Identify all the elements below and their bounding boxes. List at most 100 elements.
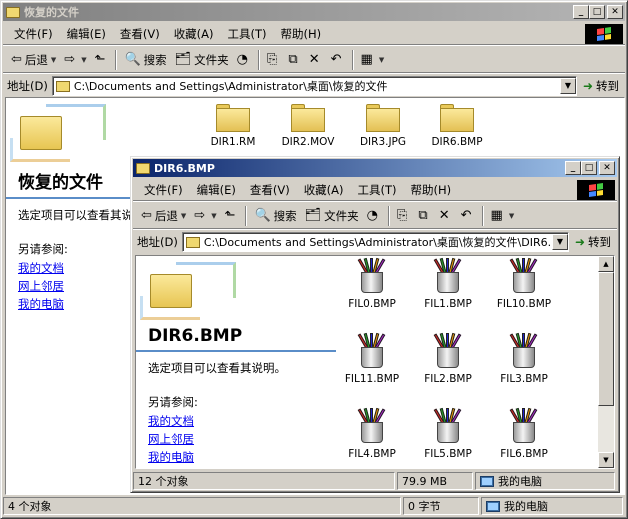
forward-button[interactable]: ⇨ ▼: [190, 205, 220, 227]
back-button[interactable]: ⇦ 后退 ▼: [7, 49, 60, 71]
bitmap-file-icon: [507, 257, 541, 294]
menu-favorites[interactable]: 收藏(A): [297, 182, 351, 198]
link-network-places[interactable]: 网上邻居: [136, 430, 336, 448]
search-icon: 🔍: [254, 208, 271, 223]
menu-file[interactable]: 文件(F): [137, 182, 190, 198]
inner-address-bar: 地址(D) C:\Documents and Settings\Administ…: [133, 230, 617, 254]
folder-banner: [6, 98, 134, 168]
undo-button[interactable]: ↶: [327, 49, 349, 71]
menu-edit[interactable]: 编辑(E): [60, 26, 113, 42]
inner-window: DIR6.BMP _ □ ✕ 文件(F) 编辑(E) 查看(V) 收藏(A) 工…: [130, 156, 620, 493]
link-my-documents[interactable]: 我的文档: [6, 259, 134, 277]
search-button[interactable]: 🔍 搜索: [120, 49, 170, 71]
folders-icon: 🗂: [304, 208, 322, 223]
file-item-bmp[interactable]: FIL11.BMP: [332, 332, 412, 385]
scroll-down-arrow-icon[interactable]: ▼: [598, 452, 614, 468]
maximize-button[interactable]: □: [589, 5, 605, 19]
menu-tools[interactable]: 工具(T): [351, 182, 404, 198]
minimize-button[interactable]: _: [565, 161, 581, 175]
address-dropdown-button[interactable]: ▼: [551, 234, 568, 250]
up-folder-button[interactable]: ⬑: [221, 205, 243, 227]
go-button[interactable]: ➜ 转到: [577, 78, 625, 94]
views-button[interactable]: ▦ ▼: [487, 205, 519, 227]
search-button[interactable]: 🔍 搜索: [250, 205, 300, 227]
folder-item-dir2[interactable]: DIR2.MOV: [268, 104, 348, 148]
move-to-button[interactable]: ⎘: [393, 205, 414, 227]
vertical-scrollbar[interactable]: ▲ ▼: [598, 256, 614, 468]
copy-to-button[interactable]: ⧉: [284, 49, 304, 71]
menu-tools[interactable]: 工具(T): [221, 26, 274, 42]
link-my-documents[interactable]: 我的文档: [136, 412, 336, 430]
folder-icon: [136, 162, 150, 174]
copy-to-icon: ⧉: [288, 52, 298, 67]
file-item-bmp[interactable]: FIL1.BMP: [408, 257, 488, 310]
folder-item-dir1[interactable]: DIR1.RM: [193, 104, 273, 148]
file-item-bmp[interactable]: FIL2.BMP: [408, 332, 488, 385]
file-item-bmp[interactable]: FIL6.BMP: [484, 407, 564, 460]
address-input[interactable]: C:\Documents and Settings\Administrator\…: [51, 76, 577, 96]
undo-button[interactable]: ↶: [457, 205, 479, 227]
inner-web-view-panel: DIR6.BMP 选定项目可以查看其说明。 另请参阅: 我的文档 网上邻居 我的…: [136, 256, 336, 466]
go-button[interactable]: ➜ 转到: [569, 234, 617, 250]
history-button[interactable]: ◔: [363, 205, 385, 227]
link-network-places[interactable]: 网上邻居: [6, 277, 134, 295]
scroll-up-arrow-icon[interactable]: ▲: [598, 256, 614, 272]
history-button[interactable]: ◔: [233, 49, 255, 71]
file-name-label: FIL0.BMP: [348, 298, 396, 310]
inner-title-bar[interactable]: DIR6.BMP _ □ ✕: [133, 159, 617, 177]
forward-arrow-icon: ⇨: [64, 52, 76, 67]
folder-icon: [216, 104, 250, 132]
minimize-button[interactable]: _: [573, 5, 589, 19]
menu-edit[interactable]: 编辑(E): [190, 182, 243, 198]
menu-file[interactable]: 文件(F): [7, 26, 60, 42]
folders-button[interactable]: 🗂 文件夹: [301, 205, 363, 227]
folder-icon: [366, 104, 400, 132]
folders-button[interactable]: 🗂 文件夹: [171, 49, 233, 71]
banner-folder-icon: [150, 274, 192, 308]
back-button[interactable]: ⇦ 后退 ▼: [137, 205, 190, 227]
file-name-label: FIL1.BMP: [424, 298, 472, 310]
menu-help[interactable]: 帮助(H): [404, 182, 459, 198]
move-to-button[interactable]: ⎘: [263, 49, 284, 71]
close-button[interactable]: ✕: [607, 5, 623, 19]
link-my-computer[interactable]: 我的电脑: [136, 448, 336, 466]
file-name-label: FIL11.BMP: [344, 373, 400, 385]
menu-view[interactable]: 查看(V): [113, 26, 167, 42]
file-item-bmp[interactable]: FIL4.BMP: [332, 407, 412, 460]
folder-icon: [440, 104, 474, 132]
up-folder-button[interactable]: ⬑: [91, 49, 113, 71]
address-input[interactable]: C:\Documents and Settings\Administrator\…: [181, 232, 569, 252]
copy-to-icon: ⧉: [418, 208, 428, 223]
maximize-button[interactable]: □: [581, 161, 597, 175]
views-icon: ▦: [490, 208, 503, 223]
forward-button[interactable]: ⇨ ▼: [60, 49, 90, 71]
views-button[interactable]: ▦ ▼: [357, 49, 389, 71]
inner-menu-bar: 文件(F) 编辑(E) 查看(V) 收藏(A) 工具(T) 帮助(H): [133, 179, 617, 201]
file-item-bmp[interactable]: FIL5.BMP: [408, 407, 488, 460]
outer-status-bar: 4 个对象 0 字节 我的电脑: [3, 496, 625, 516]
folder-icon: [185, 236, 200, 248]
address-dropdown-button[interactable]: ▼: [559, 78, 576, 94]
forward-arrow-icon: ⇨: [194, 208, 206, 223]
folder-item-dir3[interactable]: DIR3.JPG: [343, 104, 423, 148]
status-size: 79.9 MB: [397, 472, 473, 490]
scrollbar-thumb[interactable]: [598, 272, 614, 406]
menu-view[interactable]: 查看(V): [243, 182, 297, 198]
delete-button[interactable]: ✕: [305, 49, 327, 71]
inner-toolbar: ⇦ 后退 ▼ ⇨ ▼ ⬑ 🔍 搜索 🗂 文件夹 ◔ ⎘ ⧉ ✕ ↶ ▦ ▼: [133, 203, 617, 229]
undo-icon: ↶: [330, 52, 342, 67]
link-my-computer[interactable]: 我的电脑: [6, 295, 134, 313]
folder-item-dir6[interactable]: DIR6.BMP: [417, 104, 497, 148]
close-button[interactable]: ✕: [599, 161, 615, 175]
file-item-bmp[interactable]: FIL10.BMP: [484, 257, 564, 310]
menu-favorites[interactable]: 收藏(A): [167, 26, 221, 42]
delete-button[interactable]: ✕: [435, 205, 457, 227]
menu-help[interactable]: 帮助(H): [274, 26, 329, 42]
inner-status-bar: 12 个对象 79.9 MB 我的电脑: [133, 471, 617, 491]
address-label: 地址(D): [7, 79, 48, 93]
copy-to-button[interactable]: ⧉: [414, 205, 434, 227]
address-label: 地址(D): [137, 235, 178, 249]
outer-title-bar[interactable]: 恢复的文件 _ □ ✕: [3, 3, 625, 21]
file-item-bmp[interactable]: FIL0.BMP: [332, 257, 412, 310]
file-item-bmp[interactable]: FIL3.BMP: [484, 332, 564, 385]
